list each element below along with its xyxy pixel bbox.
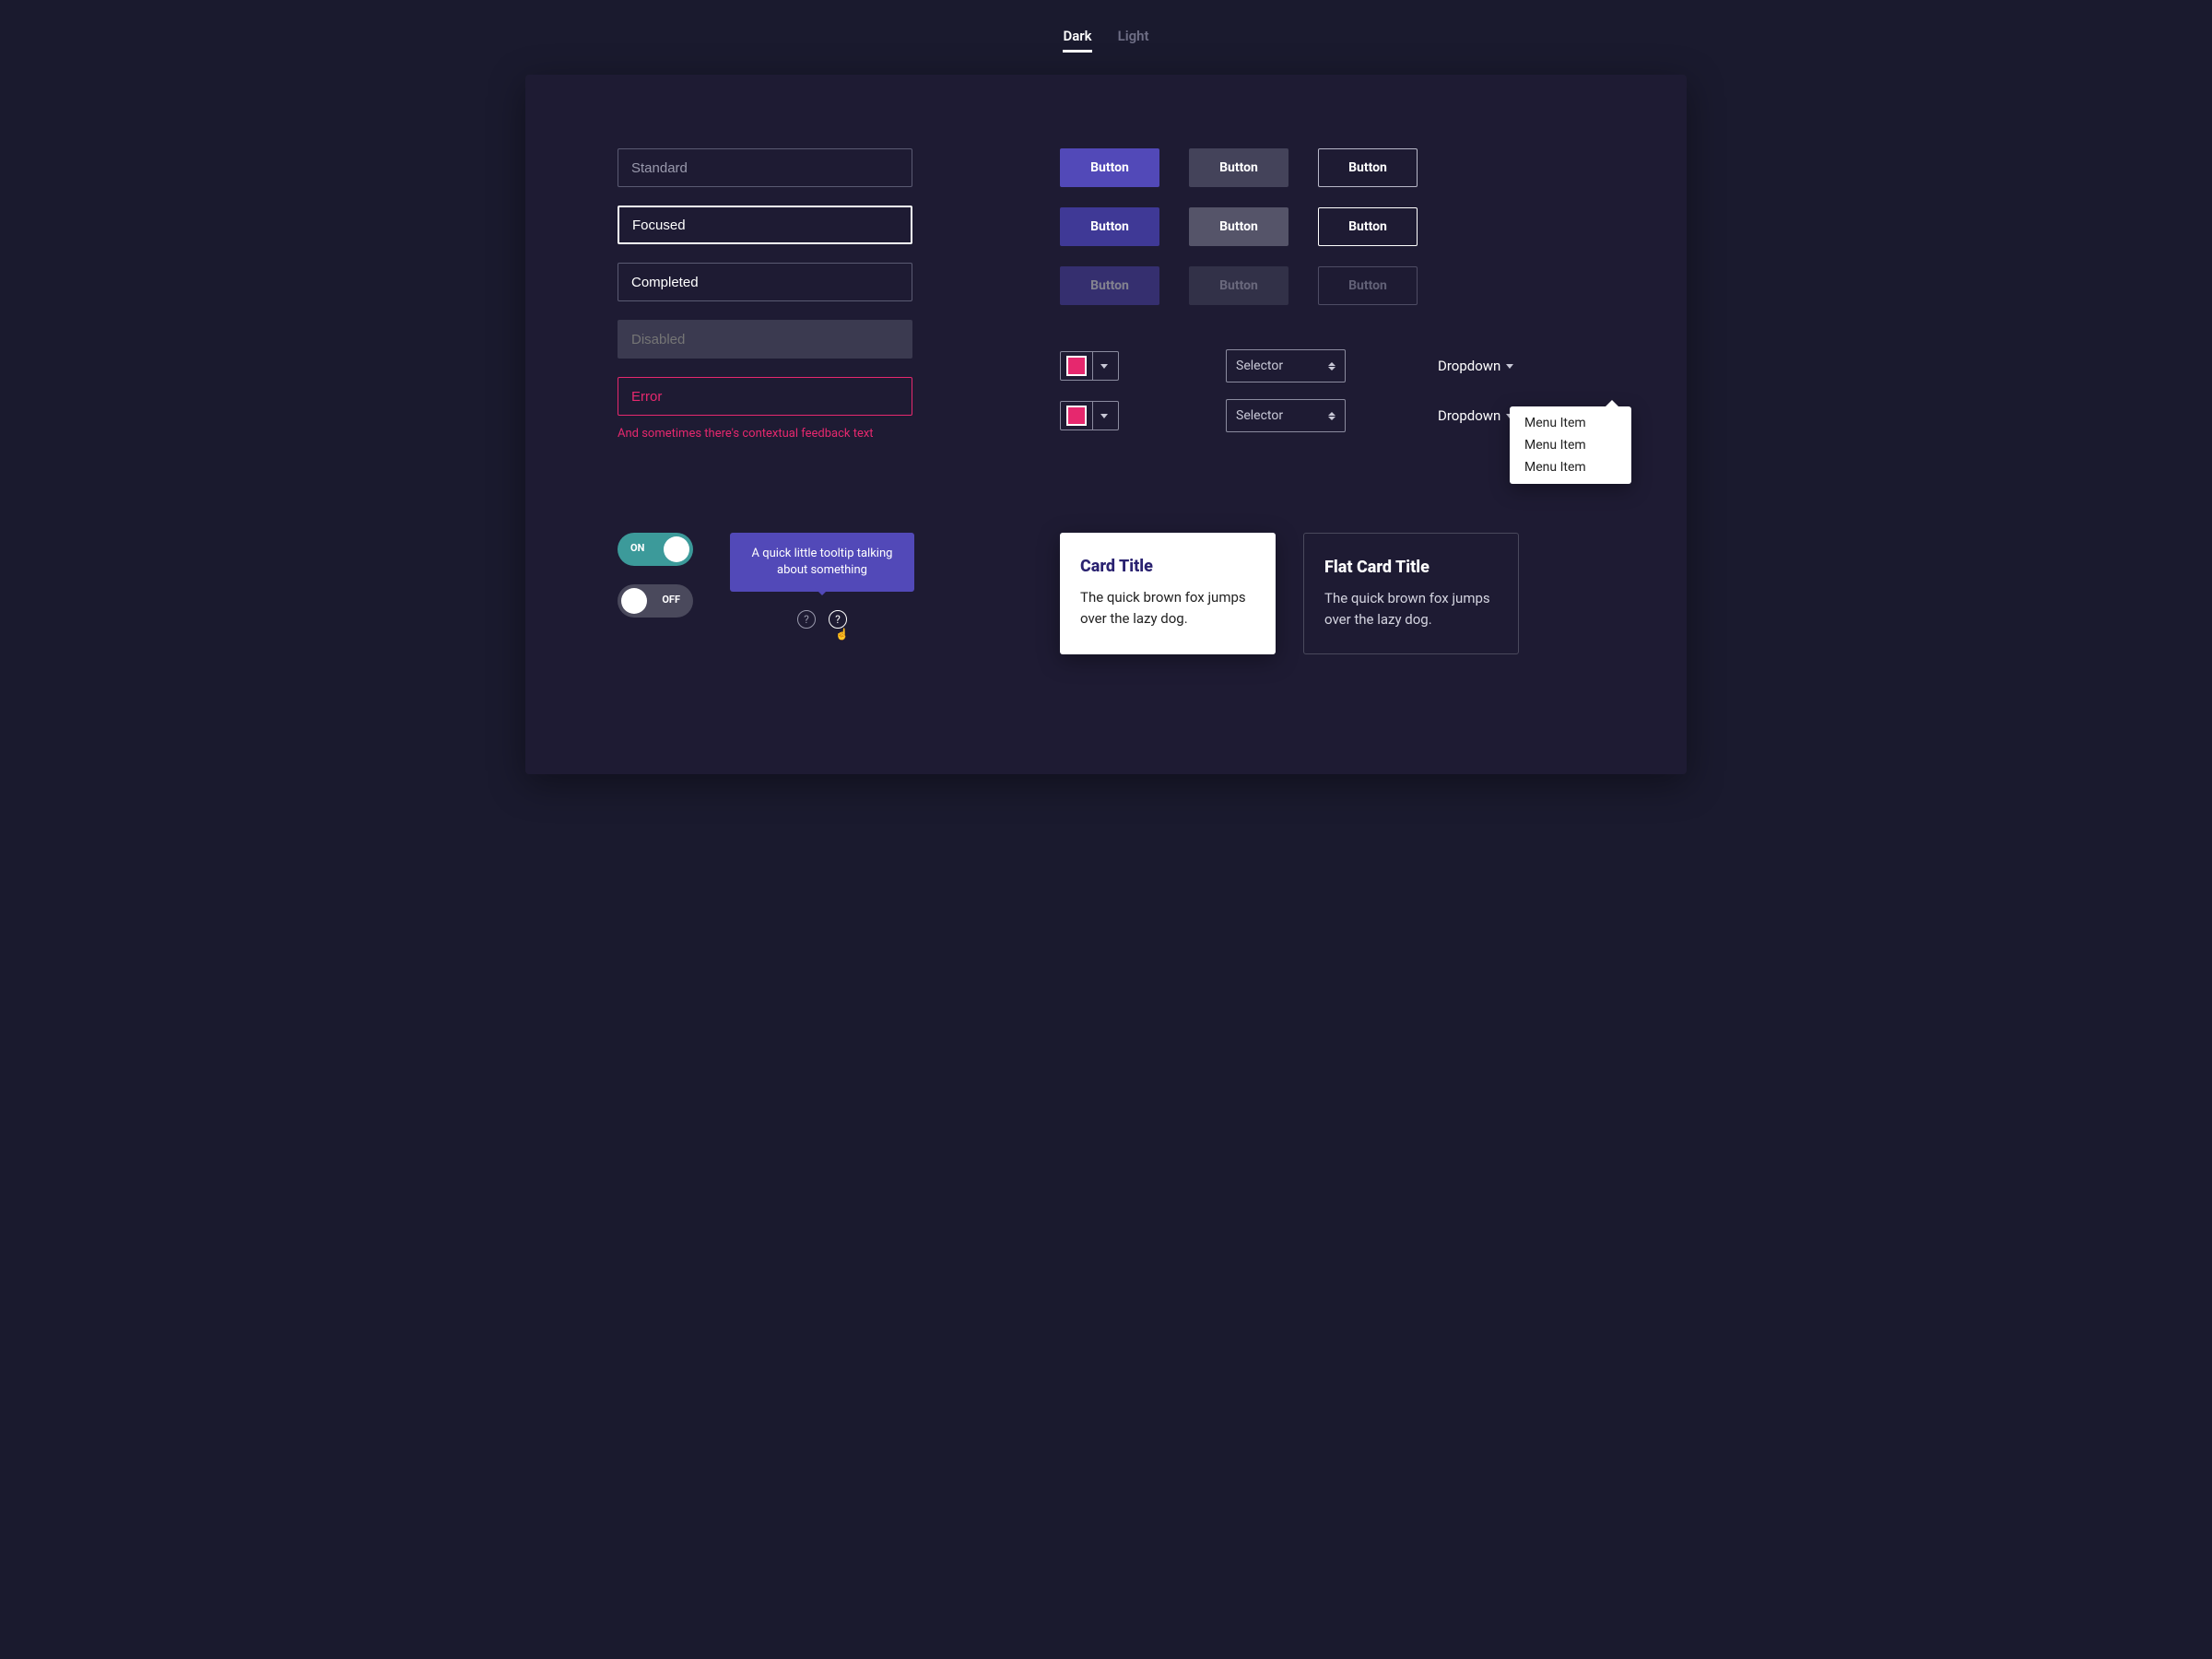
dropdown-menu-item[interactable]: Menu Item — [1524, 438, 1617, 453]
card-body: The quick brown fox jumps over the lazy … — [1080, 587, 1255, 629]
input-focused[interactable] — [618, 206, 912, 244]
input-completed[interactable] — [618, 263, 912, 301]
toggle-on[interactable]: ON — [618, 533, 693, 566]
help-icon[interactable]: ? ☝ — [829, 610, 847, 629]
tooltip-demo: A quick little tooltip talking about som… — [730, 533, 914, 629]
toggle-off[interactable]: OFF — [618, 584, 693, 618]
tab-light[interactable]: Light — [1118, 28, 1149, 53]
dropdown-menu: Menu Item Menu Item Menu Item — [1510, 406, 1631, 484]
button-primary-hover[interactable]: Button — [1060, 207, 1159, 246]
input-error-feedback: And sometimes there's contextual feedbac… — [618, 427, 986, 441]
toggle-tooltip-group: ON OFF A quick little tooltip talking ab… — [618, 533, 986, 629]
button-grid: Button Button Button Button Button Butto… — [1060, 148, 1594, 305]
button-secondary[interactable]: Button — [1189, 148, 1288, 187]
chevron-down-icon — [1100, 414, 1108, 418]
color-swatch-icon — [1066, 406, 1087, 426]
theme-tabs: Dark Light — [525, 28, 1687, 53]
stepper-icon — [1328, 362, 1335, 371]
button-primary[interactable]: Button — [1060, 148, 1159, 187]
stepper-icon — [1328, 412, 1335, 420]
pointer-cursor-icon: ☝ — [835, 628, 849, 641]
inputs-column: And sometimes there's contextual feedbac… — [618, 148, 986, 441]
toggle-knob — [621, 588, 647, 614]
chevron-down-icon — [1100, 364, 1108, 369]
dropdown-label: Dropdown — [1438, 407, 1500, 424]
button-outline-disabled: Button — [1318, 266, 1418, 305]
button-primary-disabled: Button — [1060, 266, 1159, 305]
button-secondary-disabled: Button — [1189, 266, 1288, 305]
button-secondary-hover[interactable]: Button — [1189, 207, 1288, 246]
dropdown-closed[interactable]: Dropdown — [1438, 358, 1576, 374]
input-error[interactable] — [618, 377, 912, 416]
color-picker-toggle[interactable] — [1092, 402, 1114, 429]
card-title: Card Title — [1080, 557, 1255, 576]
card-elevated: Card Title The quick brown fox jumps ove… — [1060, 533, 1276, 654]
color-picker[interactable] — [1060, 351, 1119, 381]
cards-group: Card Title The quick brown fox jumps ove… — [1060, 533, 1594, 654]
selector-row-group: Selector Dropdown — [1060, 349, 1594, 432]
toggle-knob — [664, 536, 689, 562]
card-body: The quick brown fox jumps over the lazy … — [1324, 588, 1498, 629]
toggle-on-label: ON — [630, 542, 644, 554]
chevron-down-icon — [1506, 364, 1513, 369]
toggle-off-label: OFF — [662, 594, 680, 606]
controls-column: Button Button Button Button Button Butto… — [1060, 148, 1594, 441]
help-icon[interactable]: ? — [797, 610, 816, 629]
tab-dark[interactable]: Dark — [1063, 28, 1091, 53]
dropdown-menu-item[interactable]: Menu Item — [1524, 416, 1617, 430]
component-panel: And sometimes there's contextual feedbac… — [525, 75, 1687, 774]
selector-field[interactable]: Selector — [1226, 349, 1346, 382]
input-standard[interactable] — [618, 148, 912, 187]
card-flat: Flat Card Title The quick brown fox jump… — [1303, 533, 1519, 654]
button-outline[interactable]: Button — [1318, 148, 1418, 187]
color-swatch-icon — [1066, 356, 1087, 376]
selector-label: Selector — [1236, 359, 1283, 373]
color-picker-toggle[interactable] — [1092, 352, 1114, 380]
tooltip: A quick little tooltip talking about som… — [730, 533, 914, 592]
dropdown-label: Dropdown — [1438, 358, 1500, 374]
card-title: Flat Card Title — [1324, 558, 1498, 577]
dropdown-menu-item[interactable]: Menu Item — [1524, 460, 1617, 475]
selector-label: Selector — [1236, 408, 1283, 423]
button-outline-hover[interactable]: Button — [1318, 207, 1418, 246]
selector-field[interactable]: Selector — [1226, 399, 1346, 432]
color-picker[interactable] — [1060, 401, 1119, 430]
input-disabled — [618, 320, 912, 359]
